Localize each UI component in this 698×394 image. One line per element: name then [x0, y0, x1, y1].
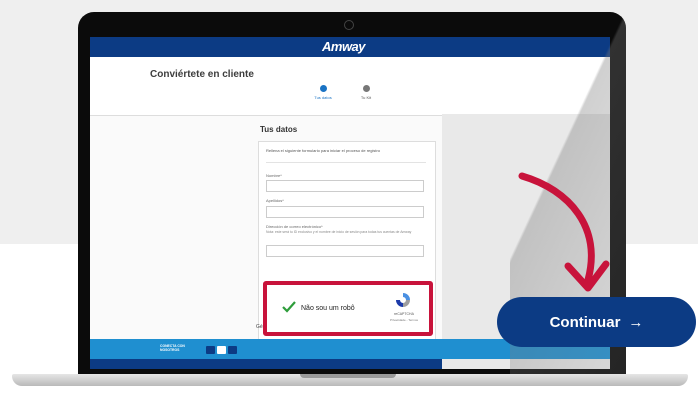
recaptcha-widget[interactable]: Não sou um robô reCAPTCHA Privacidade - …: [263, 281, 433, 336]
step-tu-kit: Tu Kit: [346, 85, 386, 100]
divider: [266, 162, 426, 163]
site-navbar: Amway: [90, 37, 442, 57]
section-title: Tus datos: [260, 125, 298, 134]
youtube-icon[interactable]: [206, 346, 215, 354]
step-tus-datos: Tus datos: [303, 85, 343, 100]
curved-arrow-icon: [518, 172, 610, 292]
recaptcha-label: Não sou um robô: [301, 305, 355, 312]
checkmark-icon[interactable]: [281, 299, 297, 315]
recaptcha-terms[interactable]: Privacidade - Termos: [382, 318, 426, 322]
site-footer: CONECTA CON NOSOTROS: [90, 339, 442, 359]
page-title: Conviértete en cliente: [150, 69, 254, 80]
email-input[interactable]: [266, 245, 424, 257]
continuar-button[interactable]: Continuar →: [497, 297, 696, 347]
continuar-label: Continuar: [549, 313, 621, 331]
recaptcha-icon: [396, 293, 410, 307]
connect-text: CONECTA CON NOSOTROS: [160, 344, 185, 352]
step-indicator: [319, 85, 327, 92]
step-indicator: [362, 85, 370, 92]
page-header: [90, 57, 442, 116]
apellidos-label: Apellidos*: [266, 198, 284, 203]
instagram-icon[interactable]: [228, 346, 237, 354]
apellidos-input[interactable]: [266, 206, 424, 218]
email-note: Nota: este será tu ID exclusivo y el nom…: [266, 230, 412, 234]
form-intro: Rellena el siguiente formulario para ini…: [266, 148, 381, 153]
amway-logo[interactable]: Amway: [322, 39, 366, 54]
step-label: Tu Kit: [360, 95, 372, 100]
arrow-right-icon: →: [628, 313, 644, 331]
step-label: Tus datos: [314, 95, 332, 100]
camera-icon: [344, 20, 354, 30]
laptop-notch: [300, 374, 396, 378]
facebook-icon[interactable]: [217, 346, 226, 354]
recaptcha-brand: reCAPTCHA: [394, 312, 414, 316]
navbar-extension: [442, 37, 610, 57]
header-extension: [442, 57, 610, 114]
nombre-label: Nombre*: [266, 173, 282, 178]
footer-bottom-bar: [90, 359, 442, 369]
email-label: Dirección de correo electrónico*: [266, 224, 323, 229]
nombre-input[interactable]: [266, 180, 424, 192]
